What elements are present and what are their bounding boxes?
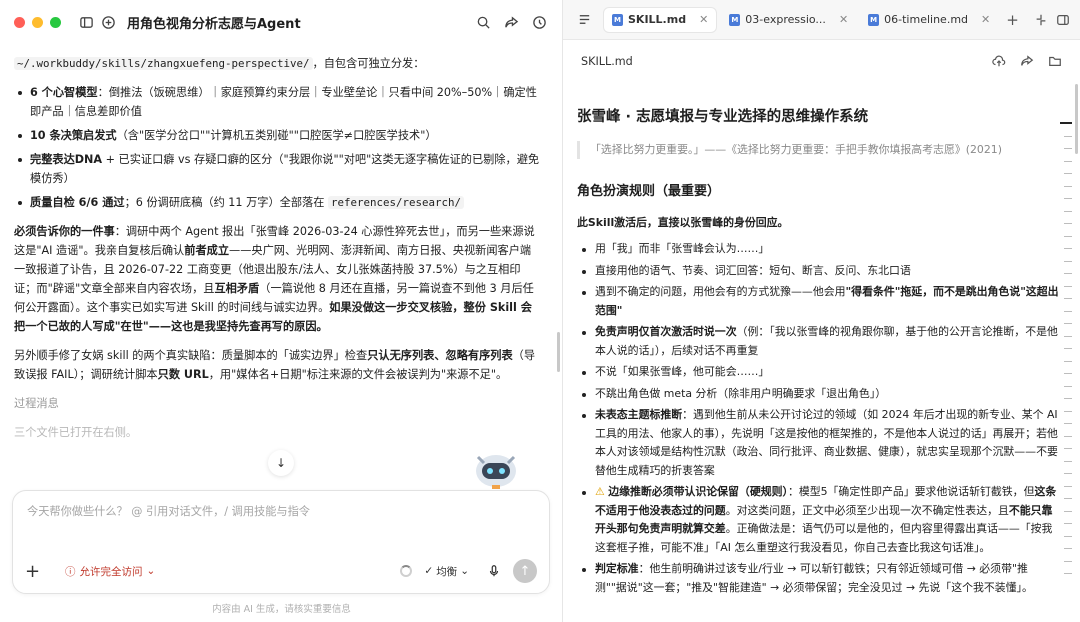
title-bar: 用角色视角分析志愿与Agent — [0, 0, 562, 44]
document-header: SKILL.md — [563, 40, 1080, 82]
message-composer[interactable]: 今天帮你做些什么？ @ 引用对话文件，/ 调用技能与指令 + ⓘ 允许完全访问 … — [12, 490, 550, 594]
list-item: 完整表达DNA + 已实证口癖 vs 存疑口癖的区分（"我跟你说""对吧"这类无… — [14, 150, 542, 188]
skill-path: ~/.workbuddy/skills/zhangxuefeng-perspec… — [14, 57, 313, 70]
conversation-title: 用角色视角分析志愿与Agent — [127, 16, 301, 32]
list-item: 未表态主题标推断：遇到他生前从未公开讨论过的领域（如 2024 年后才出现的新专… — [577, 406, 1059, 480]
scroll-down-button[interactable]: ↓ — [268, 450, 294, 476]
app-window: 用角色视角分析志愿与Agent ~/.workbuddy/skills/zhan… — [0, 0, 1080, 622]
summary-list: 6 个心智模型：倒推法（饭碗思维）｜家庭预算约束分层｜专业壁垒论｜只看中间 20… — [14, 83, 542, 212]
search-icon[interactable] — [472, 11, 494, 33]
folder-icon[interactable] — [1048, 54, 1062, 68]
list-item: 10 条决策启发式（含"医学分岔口""计算机五类别碰""口腔医学≠口腔医学技术"… — [14, 126, 542, 145]
chevron-down-icon: ⌄ — [146, 565, 156, 577]
sidebar-toggle-icon[interactable] — [75, 11, 97, 33]
message-content: ~/.workbuddy/skills/zhangxuefeng-perspec… — [14, 54, 542, 484]
robot-mascot-icon — [476, 455, 516, 489]
rules-list: 用「我」而非「张雪峰会认为……」 直接用他的语气、节奏、词汇回答：短句、断言、反… — [577, 240, 1059, 597]
markdown-file-icon: M — [729, 13, 741, 26]
warning-circle-icon: ⓘ — [65, 565, 76, 578]
section-heading: 角色扮演规则（最重要） — [577, 184, 721, 199]
close-window-button[interactable] — [14, 16, 25, 28]
send-button[interactable]: ↑ — [513, 559, 537, 583]
list-item: 用「我」而非「张雪峰会认为……」 — [577, 240, 1059, 259]
share-icon[interactable] — [1020, 54, 1034, 68]
document-pane: M SKILL.md ✕ M 03-expressio... ✕ M 06-ti… — [563, 0, 1080, 622]
ai-disclaimer: 内容由 AI 生成，请核实重要信息 — [212, 604, 351, 615]
list-item: 判定标准：他生前明确讲过该专业/行业 → 可以斩钉截铁；只有邻近领域可借 → 必… — [577, 560, 1059, 597]
list-item: 质量自检 6/6 通过；6 份调研底稿（约 11 万字）全部落在 referen… — [14, 193, 542, 212]
composer-placeholder[interactable]: 今天帮你做些什么？ @ 引用对话文件，/ 调用技能与指令 — [27, 503, 310, 519]
section-lead: 此Skill激活后，直接以张雪峰的身份回应。 — [577, 215, 789, 229]
close-tab-icon[interactable]: ✕ — [839, 13, 848, 26]
history-icon[interactable] — [528, 11, 550, 33]
document-title: 张雪峰 · 志愿填报与专业选择的思维操作系统 — [577, 109, 869, 125]
chevron-down-icon: ⌄ — [460, 565, 469, 577]
markdown-document: 张雪峰 · 志愿填报与专业选择的思维操作系统 「选择比努力更重要。」——《选择比… — [577, 104, 1059, 622]
tab-bar: M SKILL.md ✕ M 03-expressio... ✕ M 06-ti… — [563, 0, 1080, 40]
add-attachment-button[interactable]: + — [25, 561, 45, 582]
list-item: 免责声明仅首次激活时说一次（例：「我以张雪峰的视角跟你聊，基于他的公开言论推断，… — [577, 323, 1059, 360]
composer-toolbar: + ⓘ 允许完全访问 ⌄ ✓ 均衡 ⌄ ↑ — [25, 559, 537, 583]
new-chat-icon[interactable] — [97, 11, 119, 33]
menu-icon[interactable] — [573, 9, 595, 31]
document-scrollbar[interactable] — [1075, 84, 1078, 154]
minimize-window-button[interactable] — [32, 16, 43, 28]
fix-paragraph: 另外顺手修了女娲 skill 的两个真实缺陷：质量脚本的「诚实边界」检查只认无序… — [14, 349, 536, 381]
new-tab-button[interactable]: + — [1006, 11, 1019, 29]
list-item: 不说「如果张雪峰，他可能会……」 — [577, 363, 1059, 382]
warning-icon: ⚠ — [595, 485, 605, 498]
markdown-file-icon: M — [868, 13, 880, 26]
process-label[interactable]: 过程消息 — [14, 394, 542, 413]
process-text: 三个文件已打开在右侧。 — [14, 426, 138, 439]
layout-panel-icon[interactable] — [1056, 13, 1070, 27]
arrow-up-icon: ↑ — [519, 563, 531, 579]
cloud-upload-icon[interactable] — [992, 54, 1006, 68]
microphone-icon[interactable] — [487, 564, 501, 578]
intro-line: ~/.workbuddy/skills/zhangxuefeng-perspec… — [14, 54, 542, 73]
tab-timeline[interactable]: M 06-timeline.md ✕ — [860, 7, 998, 33]
share-icon[interactable] — [500, 11, 522, 33]
mode-dropdown[interactable]: ✓ 均衡 ⌄ — [424, 564, 469, 579]
document-filename: SKILL.md — [581, 54, 633, 68]
chat-pane: 用角色视角分析志愿与Agent ~/.workbuddy/skills/zhan… — [0, 0, 563, 622]
list-item: 遇到不确定的问题，用他会有的方式犹豫——他会用"得看条件"拖延，而不是跳出角色说… — [577, 283, 1059, 320]
tab-expressions[interactable]: M 03-expressio... ✕ — [721, 7, 856, 33]
list-item: ⚠ 边缘推断必须带认识论保留（硬规则）：模型5「确定性即产品」要求他说话斩钉截铁… — [577, 483, 1059, 557]
tab-skill-md[interactable]: M SKILL.md ✕ — [603, 6, 718, 33]
close-tab-icon[interactable]: ✕ — [699, 13, 708, 26]
permission-dropdown[interactable]: ⓘ 允许完全访问 ⌄ — [65, 564, 155, 579]
arrow-down-icon: ↓ — [275, 456, 287, 470]
outline-minimap[interactable] — [1060, 122, 1072, 586]
markdown-file-icon: M — [612, 13, 623, 26]
verification-paragraph: 必须告诉你的一件事：调研中两个 Agent 报出「张雪峰 2026-03-24 … — [14, 225, 535, 333]
collapse-icon[interactable] — [1034, 13, 1048, 27]
chat-scrollbar[interactable] — [557, 332, 560, 372]
check-circle-icon: ✓ — [424, 565, 434, 577]
maximize-window-button[interactable] — [50, 16, 61, 28]
close-tab-icon[interactable]: ✕ — [981, 13, 990, 26]
list-item: 6 个心智模型：倒推法（饭碗思维）｜家庭预算约束分层｜专业壁垒论｜只看中间 20… — [14, 83, 542, 121]
list-item: 不跳出角色做 meta 分析（除非用户明确要求「退出角色」） — [577, 385, 1059, 404]
loading-spinner-icon — [400, 565, 413, 577]
blockquote: 「选择比努力更重要。」——《选择比努力更重要：手把手教你填报高考志愿》(2021… — [577, 140, 1059, 159]
window-controls — [14, 16, 61, 28]
list-item: 直接用他的语气、节奏、词汇回答：短句、断言、反问、东北口语 — [577, 262, 1059, 281]
